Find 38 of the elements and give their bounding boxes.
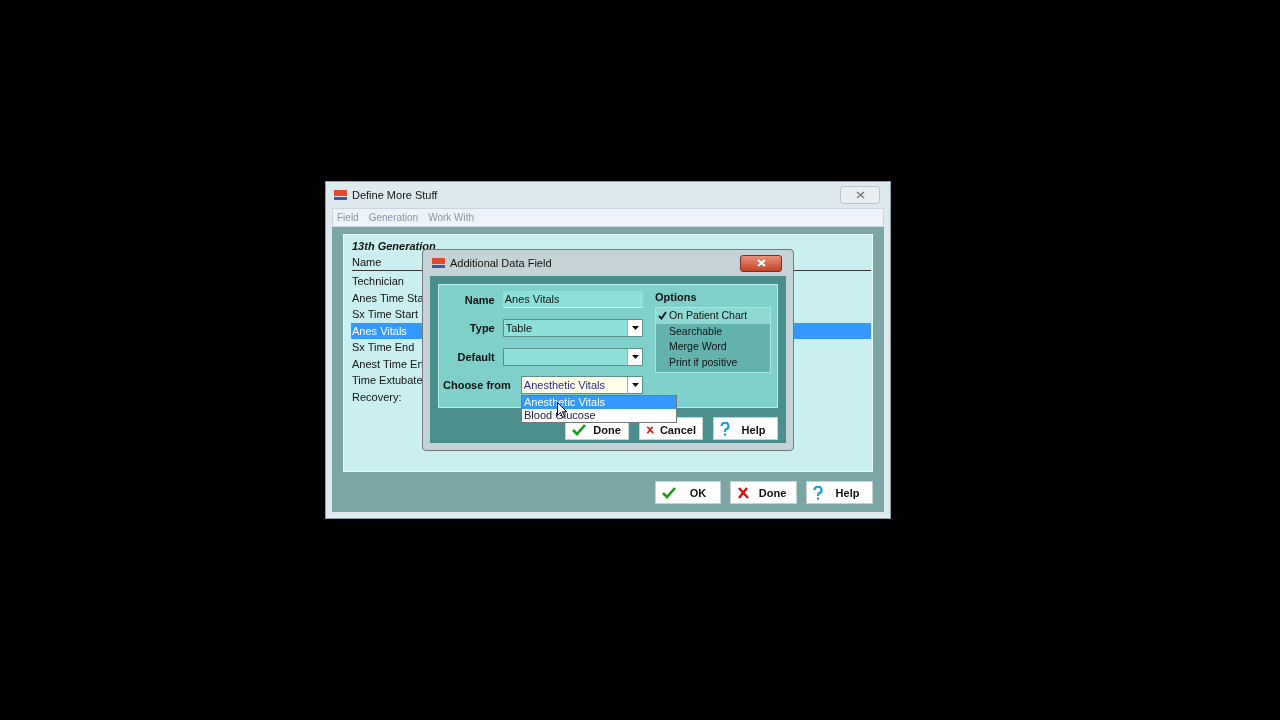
field-label: Choose from (443, 379, 511, 391)
close-icon (756, 259, 766, 267)
option-item[interactable]: On Patient Chart (656, 308, 770, 324)
question-mark-icon (720, 422, 730, 436)
dropdown-field[interactable]: Anesthetic Vitals (520, 376, 643, 394)
dropdown-button[interactable] (627, 377, 642, 393)
caret-icon (631, 355, 639, 359)
field-label: Type (468, 322, 495, 334)
help-button[interactable]: Help (713, 417, 778, 440)
field-label: Default (456, 351, 495, 363)
field-label: Name (463, 293, 495, 306)
option-item[interactable]: Merge Word (656, 339, 770, 355)
caret-icon (631, 326, 639, 330)
group-title: 13th Generation (352, 239, 437, 254)
ok-button[interactable]: OK (655, 481, 721, 504)
window-title: Define More Stuff (352, 189, 438, 201)
option-item[interactable]: Print if positive (656, 354, 770, 370)
dropdown-button[interactable] (627, 320, 642, 336)
dialog-title: Additional Data Field (450, 257, 552, 269)
options-title: Options (655, 291, 698, 305)
text-field[interactable]: Anes Vitals (502, 291, 643, 308)
app-logo-icon (334, 189, 347, 201)
help-button[interactable]: Help (806, 481, 873, 504)
dropdown-field[interactable] (502, 348, 643, 366)
close-button[interactable] (740, 254, 782, 272)
caret-icon (631, 383, 639, 387)
check-icon (658, 311, 667, 321)
dropdown-button[interactable] (627, 349, 642, 365)
x-icon (646, 424, 654, 436)
check-icon (662, 486, 676, 499)
dropdown-field[interactable]: Table (502, 319, 643, 337)
x-icon (737, 486, 749, 499)
option-item[interactable]: Searchable (656, 323, 770, 339)
app-logo-icon (432, 257, 445, 269)
question-mark-icon (813, 485, 823, 500)
close-icon (855, 191, 865, 199)
check-icon (572, 424, 586, 436)
done-button[interactable]: Done (730, 481, 797, 504)
